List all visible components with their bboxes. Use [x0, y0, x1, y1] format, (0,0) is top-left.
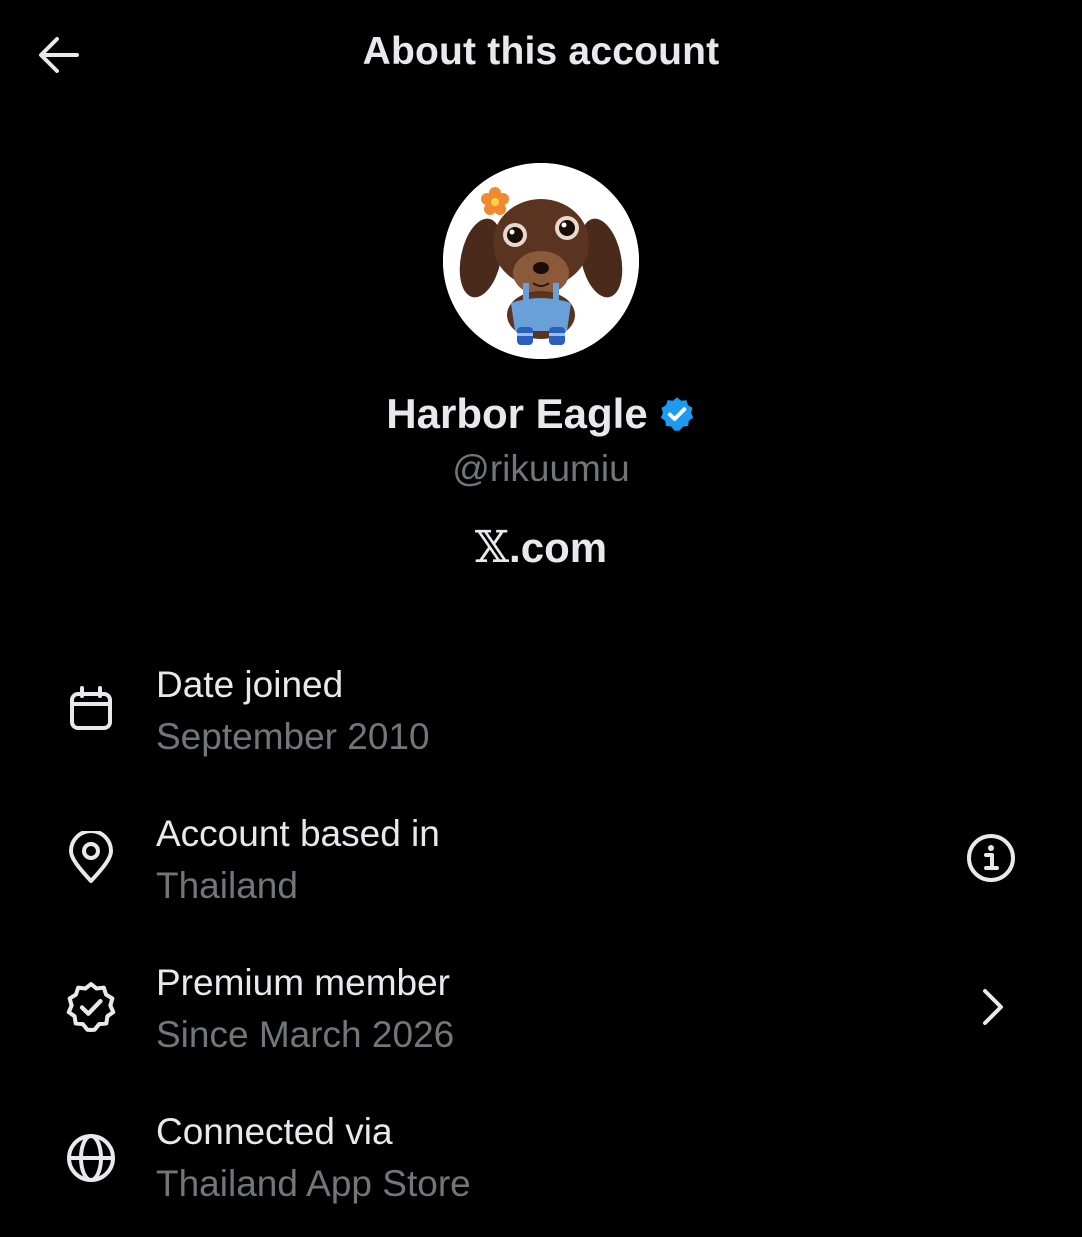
- profile-name-row: Harbor Eagle: [0, 390, 1082, 438]
- info-button[interactable]: [962, 829, 1020, 887]
- detail-row-date-joined: Date joined September 2010: [0, 660, 1082, 790]
- verified-outline-icon: [62, 978, 120, 1036]
- globe-icon: [62, 1129, 120, 1187]
- detail-value: September 2010: [156, 716, 430, 757]
- top-bar: About this account: [0, 0, 1082, 110]
- domain-label: 𝕏.com: [0, 522, 1082, 573]
- detail-value: Since March 2026: [156, 1014, 455, 1055]
- detail-row-connected-via: Connected via Thailand App Store: [0, 1107, 1082, 1237]
- dachshund-puppy-avatar: [443, 163, 639, 359]
- premium-chevron-button[interactable]: [962, 978, 1020, 1036]
- domain-suffix: .com: [509, 524, 608, 571]
- detail-label: Date joined: [156, 664, 344, 705]
- chevron-right-icon: [983, 989, 1003, 1025]
- verified-badge-icon: [658, 395, 696, 433]
- detail-value: Thailand: [156, 865, 298, 906]
- detail-value: Thailand App Store: [156, 1163, 471, 1204]
- detail-row-premium[interactable]: Premium member Since March 2026: [0, 958, 1082, 1088]
- detail-label: Account based in: [156, 813, 440, 854]
- page-title: About this account: [362, 30, 720, 73]
- info-icon: [967, 834, 1015, 882]
- calendar-icon: [62, 680, 120, 738]
- user-handle: @rikuumiu: [452, 448, 630, 489]
- detail-label: Connected via: [156, 1111, 393, 1152]
- x-logo-icon: 𝕏: [474, 522, 510, 573]
- location-pin-icon: [62, 829, 120, 887]
- detail-row-account-location: Account based in Thailand: [0, 809, 1082, 939]
- display-name: Harbor Eagle: [386, 390, 648, 437]
- detail-label: Premium member: [156, 962, 450, 1003]
- avatar[interactable]: [443, 163, 639, 359]
